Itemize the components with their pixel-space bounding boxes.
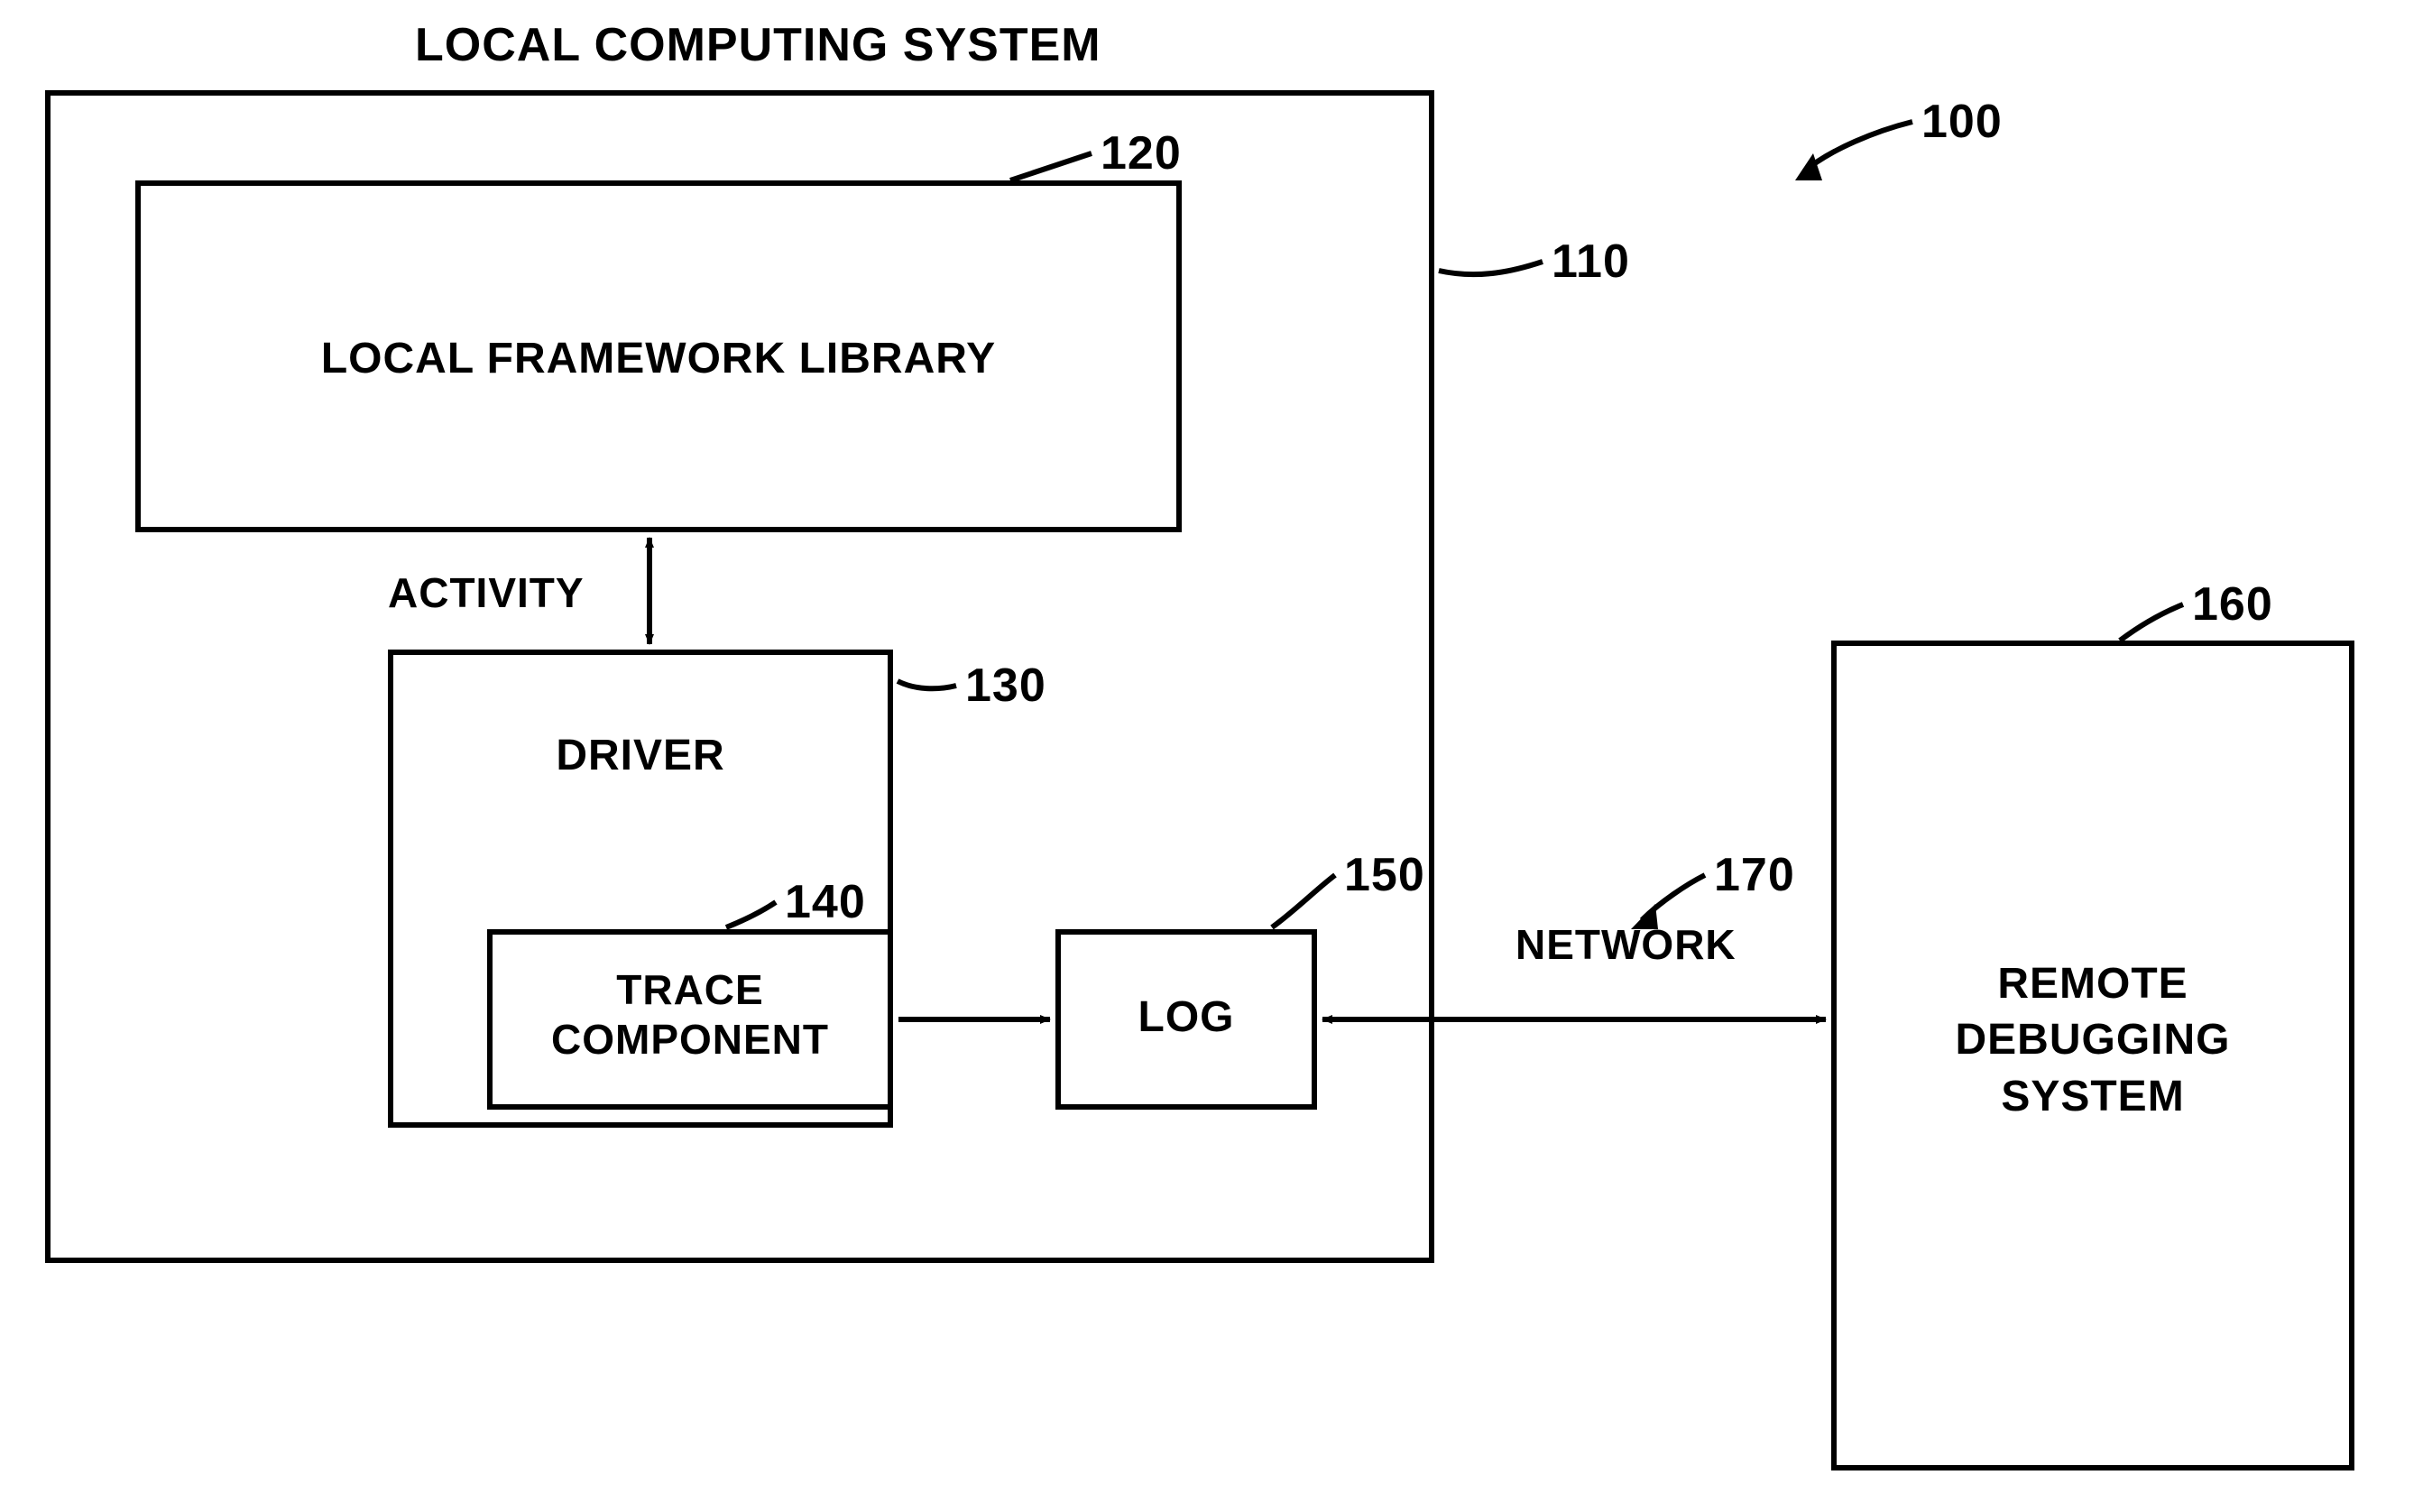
leader-100 (1804, 122, 1912, 171)
leader-110 (1439, 262, 1543, 274)
label-trace-component: TRACE COMPONENT (487, 965, 893, 1065)
label-activity: ACTIVITY (388, 568, 585, 617)
ref-170: 170 (1714, 848, 1795, 902)
label-driver: DRIVER (388, 731, 893, 780)
label-log: LOG (1055, 992, 1317, 1042)
diagram-stage: LOCAL COMPUTING SYSTEM LOCAL FRAMEWORK L… (0, 0, 2432, 1512)
ref-100: 100 (1921, 95, 2003, 149)
leader-100-arrow (1795, 153, 1822, 180)
ref-140: 140 (785, 875, 866, 929)
ref-120: 120 (1101, 126, 1182, 180)
leader-160 (2120, 604, 2183, 641)
label-network: NETWORK (1515, 920, 1736, 969)
leader-170 (1642, 875, 1705, 920)
ref-160: 160 (2192, 577, 2273, 632)
label-local-framework-library: LOCAL FRAMEWORK LIBRARY (135, 334, 1182, 383)
label-remote-debugging-system: REMOTE DEBUGGING SYSTEM (1831, 956, 2354, 1125)
ref-130: 130 (965, 659, 1046, 713)
ref-110: 110 (1552, 235, 1630, 289)
ref-150: 150 (1344, 848, 1425, 902)
title-local-computing-system: LOCAL COMPUTING SYSTEM (415, 18, 1101, 72)
